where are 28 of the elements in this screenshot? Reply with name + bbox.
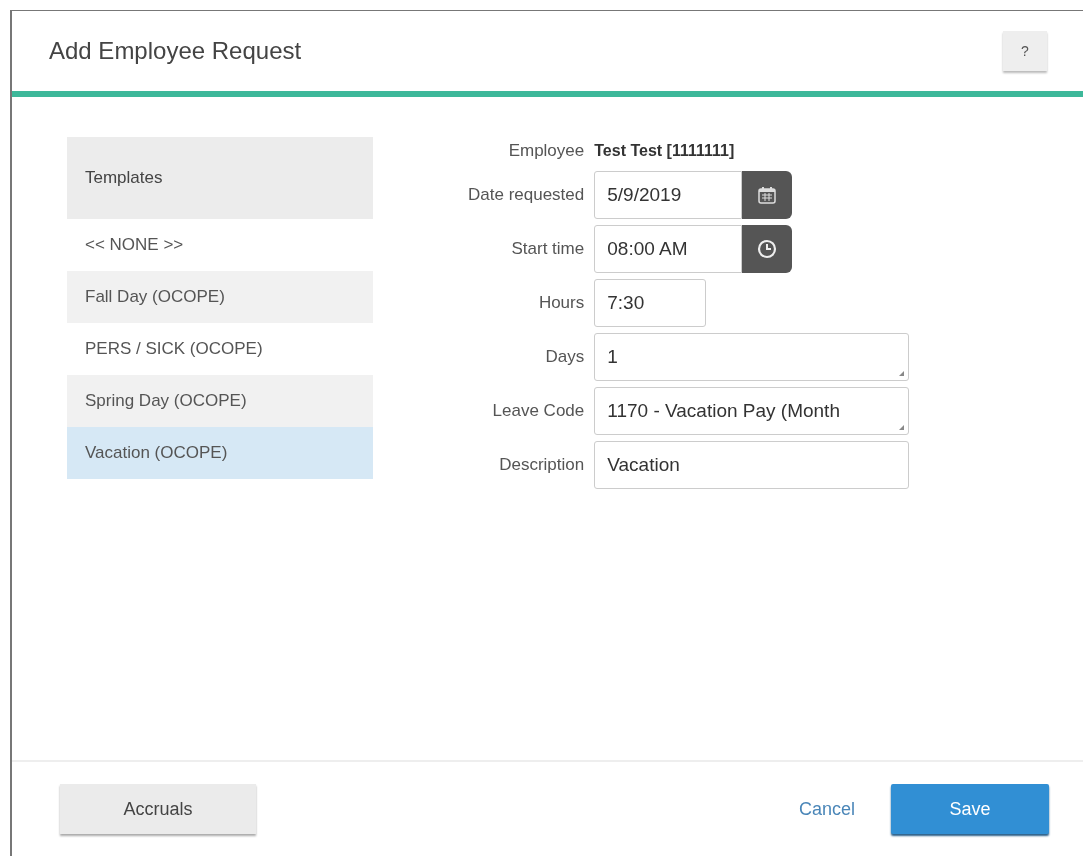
template-item[interactable]: << NONE >> — [67, 219, 373, 271]
field-label: Description — [498, 454, 585, 477]
panel-heading: Templates — [85, 167, 163, 190]
field-label: Start time — [510, 238, 585, 261]
cancel-link[interactable]: Cancel — [798, 795, 855, 823]
date-field[interactable]: 5/9/2019 — [594, 171, 743, 219]
field-label: Days — [544, 346, 585, 369]
time-field[interactable]: 08:00 AM — [594, 225, 743, 273]
calendar-icon — [757, 185, 778, 205]
help-button[interactable]: ? — [1003, 31, 1047, 71]
field-label: Leave Code — [491, 400, 585, 423]
field-label: Employee — [507, 140, 585, 163]
template-item[interactable]: PERS / SICK (OCOPE) — [67, 323, 373, 375]
accruals-button[interactable]: Accruals — [60, 784, 256, 834]
resize-grip-icon[interactable] — [899, 425, 905, 430]
clock-icon — [757, 239, 778, 259]
employee-name: Test Test [1111111] — [594, 141, 736, 161]
dialog-title: Add Employee Request — [49, 36, 302, 66]
calendar-button[interactable] — [742, 171, 793, 219]
field-label: Hours — [537, 292, 585, 315]
template-item[interactable]: Vacation (OCOPE) — [67, 427, 373, 479]
field-label: Date requested — [468, 184, 585, 207]
clock-button[interactable] — [742, 225, 793, 273]
hours-field[interactable]: 7:30 — [594, 279, 707, 327]
text-area[interactable]: 1 — [594, 333, 910, 381]
resize-grip-icon[interactable] — [899, 371, 905, 376]
description-field[interactable]: Vacation — [594, 441, 910, 489]
text-area[interactable]: 1170 - Vacation Pay (Month — [594, 387, 910, 435]
